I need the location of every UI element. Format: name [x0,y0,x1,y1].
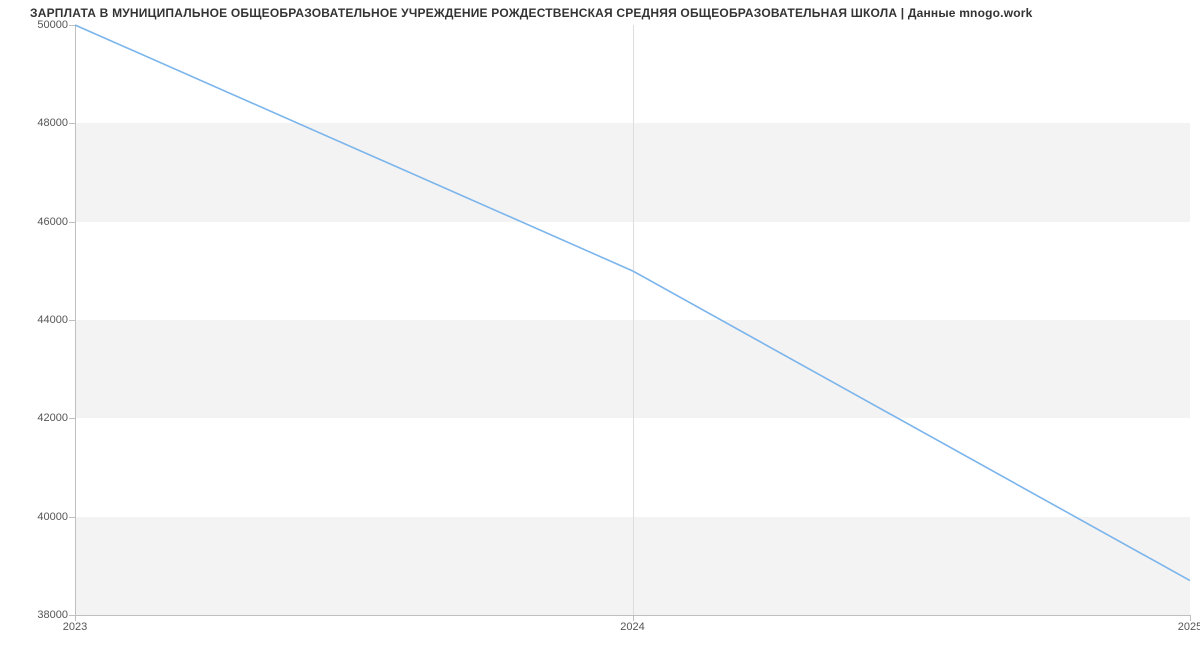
y-tick-label: 44000 [8,314,68,326]
chart-title: ЗАРПЛАТА В МУНИЦИПАЛЬНОЕ ОБЩЕОБРАЗОВАТЕЛ… [30,6,1033,20]
x-tick-label: 2024 [620,621,644,633]
x-tick [75,615,76,621]
y-tick [69,123,75,124]
y-tick-label: 38000 [8,609,68,621]
y-tick [69,222,75,223]
y-tick-label: 42000 [8,412,68,424]
x-tick [1190,615,1191,621]
plot-area [75,25,1190,615]
chart-container: ЗАРПЛАТА В МУНИЦИПАЛЬНОЕ ОБЩЕОБРАЗОВАТЕЛ… [0,0,1200,650]
y-tick [69,320,75,321]
x-tick-label: 2023 [63,621,87,633]
y-tick-label: 48000 [8,117,68,129]
y-tick [69,25,75,26]
x-tick [633,615,634,621]
y-tick-label: 50000 [8,19,68,31]
y-tick-label: 46000 [8,216,68,228]
y-tick [69,418,75,419]
x-tick-label: 2025 [1178,621,1200,633]
series-line [75,25,1190,615]
y-tick-label: 40000 [8,511,68,523]
y-tick [69,517,75,518]
